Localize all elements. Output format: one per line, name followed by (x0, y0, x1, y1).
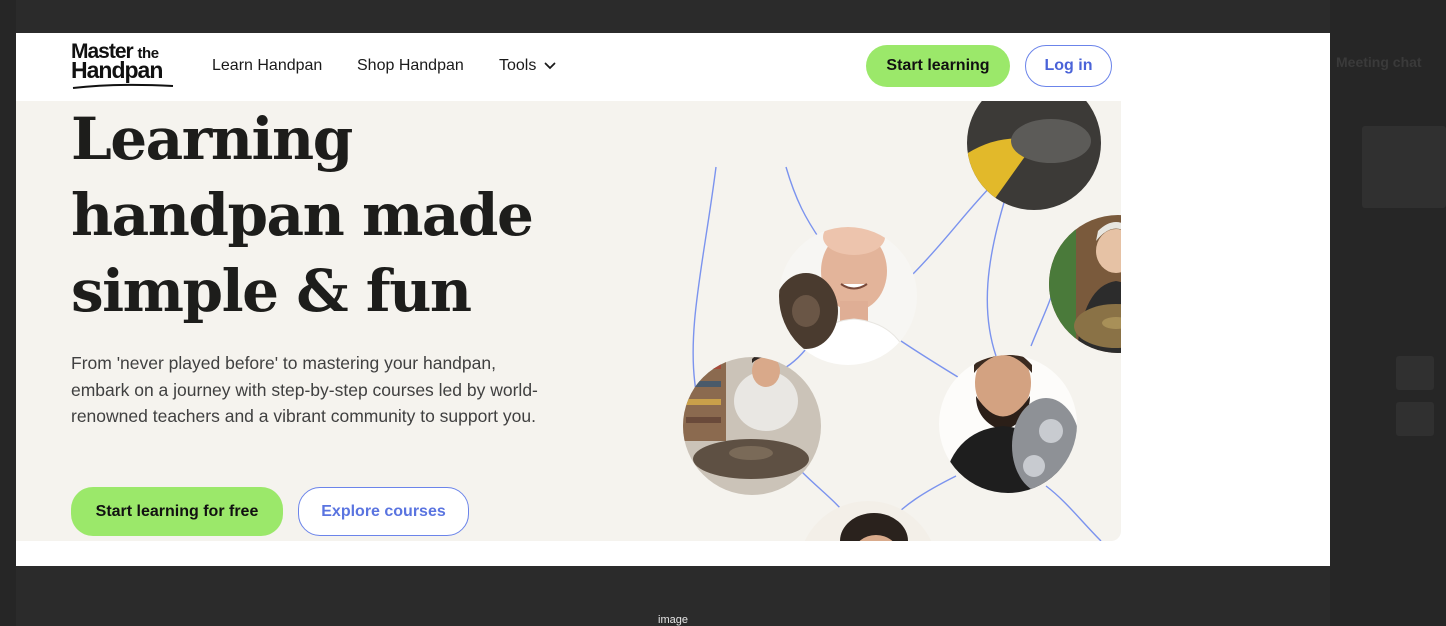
side-panel-block (1396, 356, 1434, 390)
chevron-down-icon (544, 62, 556, 70)
teacher-photo-beard (939, 355, 1077, 493)
explore-courses-button[interactable]: Explore courses (298, 487, 469, 536)
headline-line: simple & fun (71, 257, 472, 325)
logo-line2: Handpan (71, 57, 163, 84)
nav-shop-handpan[interactable]: Shop Handpan (357, 57, 464, 75)
teachers-illustration (683, 101, 1121, 541)
side-panel-block (1396, 402, 1434, 436)
start-learning-free-button[interactable]: Start learning for free (71, 487, 283, 536)
master-the-handpan-logo[interactable]: Master the Handpan (71, 41, 175, 89)
nav-tools-label: Tools (499, 57, 537, 74)
image-caption: image (658, 614, 688, 626)
logo-swoosh-icon (72, 83, 174, 89)
start-learning-button[interactable]: Start learning (866, 45, 1010, 87)
background-left-strip (0, 0, 16, 626)
hero-headline: Learning handpan made simple & fun (71, 101, 591, 329)
teacher-photo-top (967, 101, 1101, 210)
log-in-button[interactable]: Log in (1025, 45, 1112, 87)
nav-tools-dropdown[interactable]: Tools (499, 57, 556, 75)
hero-description: From 'never played before' to mastering … (71, 353, 538, 426)
teacher-photo-glasses (683, 357, 821, 495)
teacher-photo-woman (1049, 215, 1121, 353)
headline-line: Learning (71, 105, 353, 173)
top-navigation: Master the Handpan Learn Handpan Shop Ha… (16, 33, 1121, 101)
teacher-photo-bald (779, 227, 917, 365)
headline-line: handpan made (71, 181, 534, 249)
side-panel-title: Meeting chat (1336, 54, 1422, 70)
nav-learn-handpan[interactable]: Learn Handpan (212, 57, 322, 75)
website-screenshot: Master the Handpan Learn Handpan Shop Ha… (16, 33, 1330, 566)
teacher-photo-bottom (798, 501, 938, 541)
hero-section: Learning handpan made simple & fun From … (16, 101, 1121, 541)
background-side-panel: Meeting chat (1330, 0, 1446, 626)
side-panel-block (1362, 126, 1446, 208)
